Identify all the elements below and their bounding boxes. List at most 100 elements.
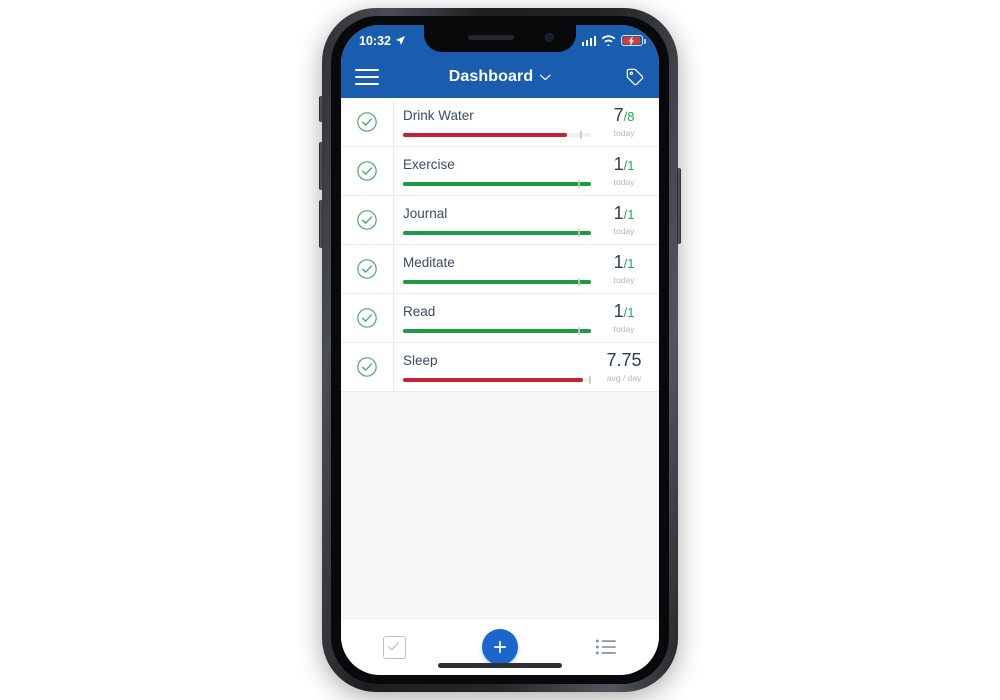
habit-progress-fill <box>403 133 567 138</box>
habit-row[interactable]: Exercise 1/1 today <box>341 147 659 196</box>
habit-row[interactable]: Journal 1/1 today <box>341 196 659 245</box>
habit-row[interactable]: Read 1/1 today <box>341 294 659 343</box>
earpiece-speaker <box>468 35 514 40</box>
habit-row[interactable]: Meditate 1/1 today <box>341 245 659 294</box>
check-circle-icon <box>357 161 377 181</box>
charging-bolt-icon <box>628 35 634 46</box>
plus-icon <box>493 640 507 654</box>
nav-list[interactable] <box>578 627 634 667</box>
habit-name: Journal <box>403 206 448 221</box>
volume-up-button[interactable] <box>319 142 323 190</box>
check-circle-icon <box>357 357 377 377</box>
notch <box>424 25 576 52</box>
habit-value-sub: today <box>613 177 635 187</box>
habit-check-cell[interactable] <box>341 294 394 342</box>
habit-check-cell[interactable] <box>341 196 394 244</box>
habit-body: Meditate <box>394 245 595 293</box>
habit-name: Sleep <box>403 353 438 368</box>
habit-progress-marker <box>589 376 592 385</box>
habit-value-sub: today <box>613 226 635 236</box>
check-circle-icon <box>357 210 377 230</box>
habit-progress-marker <box>577 229 580 238</box>
habit-value-denominator: /1 <box>623 207 635 222</box>
cellular-signal-icon <box>581 35 596 46</box>
status-bar-right <box>581 35 646 46</box>
habit-body: Journal <box>394 196 595 244</box>
habit-body: Exercise <box>394 147 595 195</box>
habit-value-denominator: /1 <box>623 256 635 271</box>
dashboard-title-dropdown[interactable]: Dashboard <box>449 68 552 86</box>
check-circle-icon <box>357 259 377 279</box>
habit-name: Drink Water <box>403 108 474 123</box>
habit-check-cell[interactable] <box>341 98 394 146</box>
habit-body: Drink Water <box>394 98 595 146</box>
habit-value-cell: 1/1 today <box>595 245 659 293</box>
habit-progress-marker <box>577 327 580 336</box>
habit-value: 1/1 <box>614 155 635 173</box>
habit-value: 1/1 <box>614 302 635 320</box>
habit-check-cell[interactable] <box>341 147 394 195</box>
habit-value-denominator: /8 <box>623 109 635 124</box>
habit-value-cell: 1/1 today <box>595 294 659 342</box>
habit-value-sub: today <box>613 275 635 285</box>
habit-progress-fill <box>403 231 591 236</box>
checkbox-check-glyph <box>387 641 399 650</box>
volume-down-button[interactable] <box>319 200 323 248</box>
hamburger-menu-icon[interactable] <box>355 66 381 88</box>
habit-progress-fill <box>403 329 591 334</box>
home-indicator[interactable] <box>438 663 562 668</box>
habit-row[interactable]: Drink Water 7/8 today <box>341 98 659 147</box>
habit-value-cell: 1/1 today <box>595 147 659 195</box>
habit-value-number: 7.75 <box>606 350 642 370</box>
habit-body: Sleep <box>394 343 595 391</box>
status-time: 10:32 <box>359 33 391 48</box>
habit-progress-bar <box>403 180 591 189</box>
wifi-icon <box>601 35 616 46</box>
habit-progress-fill <box>403 182 591 187</box>
add-button[interactable] <box>482 629 518 665</box>
habit-progress-marker <box>579 131 582 140</box>
habit-progress-bar <box>403 278 591 287</box>
power-button[interactable] <box>677 168 681 244</box>
habit-row[interactable]: Sleep 7.75 avg / day <box>341 343 659 392</box>
habit-check-cell[interactable] <box>341 245 394 293</box>
list-icon <box>595 639 616 655</box>
battery-charging-icon <box>621 35 646 46</box>
check-circle-icon <box>357 308 377 328</box>
habit-value-number: 1 <box>613 301 624 321</box>
habit-progress-bar <box>403 327 591 336</box>
habit-value: 1/1 <box>614 204 635 222</box>
habit-value: 7/8 <box>614 106 635 124</box>
phone-screen: 10:32 Dashboard Drink Water 7/8 today Ex… <box>341 25 659 675</box>
habit-progress-bar <box>403 131 591 140</box>
habit-value: 7.75 <box>606 351 641 369</box>
habit-value-cell: 1/1 today <box>595 196 659 244</box>
habit-check-cell[interactable] <box>341 343 394 391</box>
habit-progress-fill <box>403 280 591 285</box>
habit-value-number: 1 <box>613 203 624 223</box>
habit-progress-marker <box>577 180 580 189</box>
nav-checkbox[interactable] <box>366 627 422 667</box>
habit-body: Read <box>394 294 595 342</box>
habit-value-sub: today <box>613 324 635 334</box>
habit-list: Drink Water 7/8 today Exercise 1/1 today… <box>341 98 659 392</box>
silent-switch-button[interactable] <box>319 96 323 122</box>
status-bar-left: 10:32 <box>359 34 406 48</box>
habit-value-cell: 7/8 today <box>595 98 659 146</box>
tag-glyph <box>626 68 644 86</box>
check-circle-icon <box>357 112 377 132</box>
nav-add[interactable] <box>472 627 528 667</box>
habit-value-sub: avg / day <box>606 373 642 383</box>
habit-name: Meditate <box>403 255 455 270</box>
habit-value-denominator: /1 <box>623 305 635 320</box>
habit-name: Read <box>403 304 436 319</box>
app-header: Dashboard <box>341 56 659 98</box>
habit-value-sub: today <box>613 128 635 138</box>
habit-progress-marker <box>577 278 580 287</box>
habit-value-number: 7 <box>613 105 624 125</box>
front-camera-icon <box>545 33 554 42</box>
tag-icon[interactable] <box>619 65 645 89</box>
location-arrow-icon <box>395 35 406 46</box>
checkbox-icon <box>382 635 406 659</box>
habit-progress-bar <box>403 376 592 385</box>
